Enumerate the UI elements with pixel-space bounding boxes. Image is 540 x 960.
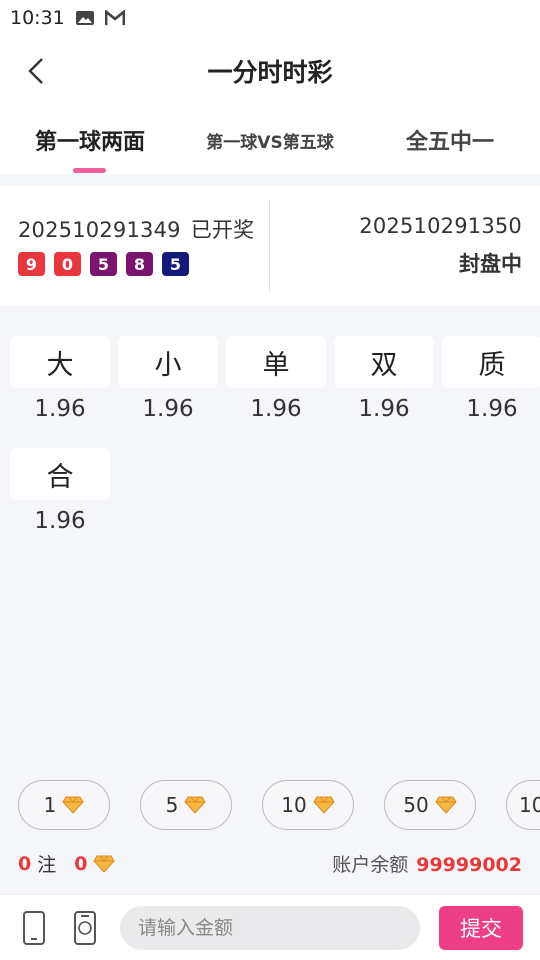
chip-value: 10	[281, 793, 307, 817]
status-time: 10:31	[10, 7, 65, 29]
result-ball: 0	[54, 252, 81, 276]
bet-count-unit: 注	[37, 854, 57, 876]
mail-icon	[104, 10, 125, 26]
bet-label: 大	[10, 336, 110, 388]
submit-button[interactable]: 提交	[439, 906, 523, 950]
bet-option-even[interactable]: 双 1.96	[334, 336, 434, 422]
result-ball: 9	[18, 252, 45, 276]
phone-icon[interactable]	[20, 911, 48, 945]
next-issue: 202510291350 封盘中	[359, 214, 522, 278]
chip-100-partial[interactable]: 10	[506, 780, 540, 830]
chip-value: 10	[519, 793, 540, 817]
chip-50[interactable]: 50	[384, 780, 476, 830]
result-ball: 5	[162, 252, 189, 276]
bottom-bar: 提交	[0, 894, 540, 960]
gallery-icon	[75, 11, 94, 25]
last-issue-status: 已开奖	[190, 218, 255, 242]
tab-first-ball-two-sides[interactable]: 第一球两面	[20, 106, 160, 174]
diamond-icon	[62, 796, 84, 814]
bet-summary: 0 注 0 账户余额 99999002	[0, 846, 540, 880]
chip-value: 5	[165, 793, 179, 817]
status-bar: 10:31	[0, 0, 540, 36]
bet-odds: 1.96	[34, 508, 86, 534]
bet-option-prime[interactable]: 质 1.96	[442, 336, 540, 422]
tab-first-vs-fifth[interactable]: 第一球VS第五球	[190, 106, 350, 174]
bet-option-big[interactable]: 大 1.96	[10, 336, 110, 422]
issue-card: 202510291349 已开奖 9 0 5 8 5 202510291350 封…	[0, 186, 540, 306]
account-balance: 账户余额 99999002	[332, 850, 522, 877]
chip-10[interactable]: 10	[262, 780, 354, 830]
bet-odds: 1.96	[142, 396, 194, 422]
tab-all-five-one[interactable]: 全五中一	[380, 106, 520, 174]
bet-totals: 0 注 0	[18, 850, 116, 877]
phone-rotate-icon[interactable]	[70, 911, 100, 945]
next-issue-number: 202510291350	[359, 214, 522, 238]
chip-selector: 1 5 10 50 10	[0, 780, 540, 830]
bet-label: 质	[442, 336, 540, 388]
bet-count: 0	[18, 852, 32, 875]
bet-option-odd[interactable]: 单 1.96	[226, 336, 326, 422]
chip-value: 1	[43, 793, 57, 817]
bet-odds: 1.96	[34, 396, 86, 422]
active-tab-indicator	[73, 168, 106, 173]
chip-value: 50	[403, 793, 429, 817]
bet-label: 双	[334, 336, 434, 388]
balance-label: 账户余额	[332, 854, 409, 876]
chip-1[interactable]: 1	[18, 780, 110, 830]
issue-divider	[269, 200, 270, 292]
next-issue-status: 封盘中	[459, 252, 522, 276]
result-balls: 9 0 5 8 5	[18, 252, 254, 276]
bet-amount: 0	[74, 852, 88, 875]
page-title: 一分时时彩	[207, 58, 333, 87]
diamond-icon	[93, 855, 116, 873]
diamond-icon	[435, 796, 457, 814]
bet-label: 单	[226, 336, 326, 388]
bet-option-small[interactable]: 小 1.96	[118, 336, 218, 422]
diamond-icon	[313, 796, 335, 814]
tab-bar: 第一球两面 第一球VS第五球 全五中一	[0, 106, 540, 174]
amount-input[interactable]	[120, 906, 420, 950]
bet-label: 小	[118, 336, 218, 388]
diamond-icon	[184, 796, 206, 814]
title-bar: 一分时时彩	[0, 36, 540, 106]
back-icon[interactable]	[22, 56, 52, 86]
bet-odds: 1.96	[250, 396, 302, 422]
bet-label: 合	[10, 448, 110, 500]
last-issue-number: 202510291349	[18, 218, 181, 242]
balance-value: 99999002	[416, 854, 522, 876]
bet-odds: 1.96	[466, 396, 518, 422]
result-ball: 5	[90, 252, 117, 276]
last-issue: 202510291349 已开奖 9 0 5 8 5	[18, 214, 254, 276]
bet-odds: 1.96	[358, 396, 410, 422]
bet-option-composite[interactable]: 合 1.96	[10, 448, 110, 534]
result-ball: 8	[126, 252, 153, 276]
chip-5[interactable]: 5	[140, 780, 232, 830]
